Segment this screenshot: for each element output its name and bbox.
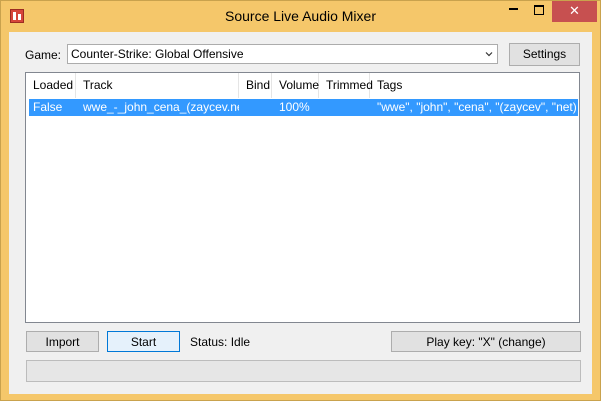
- cell-tags: "wwe", "john", "cena", "(zaycev", "net)": [377, 100, 577, 114]
- game-dropdown[interactable]: Counter-Strike: Global Offensive: [67, 44, 498, 64]
- column-header-loaded[interactable]: Loaded: [26, 73, 76, 98]
- maximize-icon: [534, 5, 544, 16]
- status-label: Status: Idle: [190, 335, 251, 349]
- play-key-button[interactable]: Play key: "X" (change): [391, 331, 581, 352]
- cell-loaded: False: [33, 100, 63, 114]
- close-icon: ✕: [569, 3, 580, 18]
- progress-bar: [26, 360, 581, 382]
- column-header-trimmed[interactable]: Trimmed: [319, 73, 373, 98]
- column-header-volume[interactable]: Volume: [272, 73, 319, 98]
- maximize-button[interactable]: [526, 1, 552, 22]
- chevron-down-icon: [485, 52, 493, 57]
- app-window: Source Live Audio Mixer ✕ Game: Counter-…: [0, 0, 601, 401]
- cell-volume: 100%: [279, 100, 310, 114]
- import-button[interactable]: Import: [26, 331, 99, 352]
- start-button[interactable]: Start: [107, 331, 180, 352]
- settings-button[interactable]: Settings: [509, 43, 580, 66]
- column-header-bind[interactable]: Bind: [239, 73, 272, 98]
- cell-track: wwe_-_john_cena_(zaycev.net): [83, 100, 239, 114]
- cell-bind: [246, 99, 272, 116]
- minimize-button[interactable]: [500, 1, 526, 22]
- minimize-icon: [508, 7, 518, 10]
- close-button[interactable]: ✕: [552, 1, 597, 22]
- game-label: Game:: [25, 48, 62, 62]
- column-header-tags[interactable]: Tags: [370, 73, 579, 98]
- title-bar[interactable]: Source Live Audio Mixer ✕: [1, 1, 600, 32]
- table-row[interactable]: False wwe_-_john_cena_(zaycev.net) 100% …: [29, 99, 578, 116]
- client-area: Game: Counter-Strike: Global Offensive S…: [9, 32, 592, 394]
- game-selected-value: Counter-Strike: Global Offensive: [71, 47, 244, 61]
- track-list[interactable]: Loaded Track Bind Volume Trimmed Tags Fa…: [25, 72, 580, 323]
- cell-trimmed: [326, 99, 370, 116]
- column-header-track[interactable]: Track: [76, 73, 239, 98]
